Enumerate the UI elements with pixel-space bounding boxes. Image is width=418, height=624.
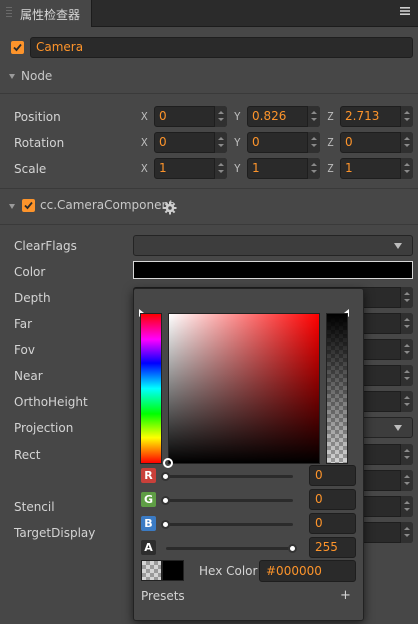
- axis-y-label: Y: [234, 162, 241, 175]
- red-slider-track[interactable]: [166, 475, 293, 478]
- component-enabled-checkbox[interactable]: [22, 199, 35, 212]
- divider: [0, 93, 418, 94]
- clearflags-label: ClearFlags: [14, 239, 77, 253]
- green-slider-knob[interactable]: [161, 496, 170, 505]
- divider: [0, 188, 418, 189]
- stencil-label: Stencil: [14, 500, 55, 514]
- green-badge: G: [141, 492, 156, 507]
- saturation-value-area[interactable]: [168, 313, 320, 464]
- hex-color-input[interactable]: #000000: [259, 560, 356, 582]
- color-swatch-field[interactable]: [133, 261, 413, 279]
- tab-title: 属性检查器: [20, 8, 81, 22]
- add-preset-button[interactable]: +: [340, 588, 351, 603]
- color-picker-popup: R 0 G 0 B 0 A 255 Hex Color #000000 Pres…: [133, 288, 364, 621]
- red-badge: R: [141, 468, 156, 483]
- axis-y-label: Y: [234, 136, 241, 149]
- axis-x-label: X: [141, 136, 148, 149]
- component-title: cc.CameraComponent: [40, 198, 174, 212]
- fov-label: Fov: [14, 343, 35, 357]
- orthoheight-stepper[interactable]: [400, 391, 413, 412]
- gear-icon[interactable]: [163, 201, 177, 215]
- rotation-y-stepper[interactable]: [307, 132, 320, 153]
- alpha-slider-knob[interactable]: [288, 544, 297, 553]
- alpha-slider[interactable]: [326, 313, 348, 464]
- blue-input[interactable]: 0: [309, 513, 356, 534]
- position-y-stepper[interactable]: [307, 106, 320, 127]
- axis-x-label: X: [141, 110, 148, 123]
- previous-color-swatch[interactable]: [141, 560, 162, 581]
- rect-w-stepper[interactable]: [400, 470, 413, 491]
- rect-x-stepper[interactable]: [400, 444, 413, 465]
- sv-cursor[interactable]: [163, 458, 173, 468]
- scale-x-stepper[interactable]: [214, 158, 227, 179]
- divider: [0, 224, 418, 225]
- red-input[interactable]: 0: [309, 465, 356, 486]
- presets-label: Presets: [141, 589, 185, 603]
- targetdisplay-stepper[interactable]: [400, 522, 413, 543]
- projection-label: Projection: [14, 421, 74, 435]
- hue-slider[interactable]: [140, 313, 162, 464]
- position-x-stepper[interactable]: [214, 106, 227, 127]
- axis-x-label: X: [141, 162, 148, 175]
- orthoheight-label: OrthoHeight: [14, 395, 88, 409]
- green-slider-track[interactable]: [166, 499, 293, 502]
- axis-z-label: Z: [327, 136, 334, 149]
- chevron-down-icon: [394, 243, 402, 249]
- blue-badge: B: [141, 516, 156, 531]
- alpha-slider-track[interactable]: [166, 547, 293, 550]
- node-name-input[interactable]: Camera: [30, 37, 413, 58]
- near-label: Near: [14, 369, 43, 383]
- alpha-badge: A: [141, 540, 156, 555]
- node-section-label: Node: [21, 69, 53, 83]
- axis-z-label: Z: [327, 162, 334, 175]
- rotation-label: Rotation: [14, 136, 65, 150]
- position-label: Position: [14, 110, 61, 124]
- tab-inspector[interactable]: 属性检查器: [0, 0, 92, 27]
- scale-z-stepper[interactable]: [400, 158, 413, 179]
- hex-color-label: Hex Color: [199, 564, 258, 578]
- chevron-down-icon: [394, 425, 402, 431]
- red-slider-knob[interactable]: [161, 472, 170, 481]
- targetdisplay-label: TargetDisplay: [14, 526, 96, 540]
- clearflags-dropdown[interactable]: [133, 235, 413, 256]
- far-label: Far: [14, 317, 33, 331]
- drag-grip-icon[interactable]: [6, 7, 12, 19]
- green-input[interactable]: 0: [309, 489, 356, 510]
- color-label: Color: [14, 265, 46, 279]
- near-stepper[interactable]: [400, 365, 413, 386]
- rotation-z-stepper[interactable]: [400, 132, 413, 153]
- blue-slider-knob[interactable]: [161, 520, 170, 529]
- axis-y-label: Y: [234, 110, 241, 123]
- axis-z-label: Z: [327, 110, 334, 123]
- depth-label: Depth: [14, 291, 51, 305]
- rotation-x-stepper[interactable]: [214, 132, 227, 153]
- blue-slider-track[interactable]: [166, 523, 293, 526]
- position-z-stepper[interactable]: [400, 106, 413, 127]
- current-color-swatch: [162, 560, 184, 581]
- hamburger-menu-icon[interactable]: [398, 4, 412, 18]
- depth-stepper[interactable]: [400, 287, 413, 308]
- rect-label: Rect: [14, 448, 41, 462]
- node-enabled-checkbox[interactable]: [11, 41, 24, 54]
- fov-stepper[interactable]: [400, 339, 413, 360]
- stencil-stepper[interactable]: [400, 496, 413, 517]
- alpha-input[interactable]: 255: [309, 537, 356, 558]
- scale-y-stepper[interactable]: [307, 158, 320, 179]
- collapse-arrow-icon[interactable]: [9, 74, 15, 79]
- far-stepper[interactable]: [400, 313, 413, 334]
- scale-label: Scale: [14, 162, 47, 176]
- collapse-arrow-icon[interactable]: [9, 204, 15, 209]
